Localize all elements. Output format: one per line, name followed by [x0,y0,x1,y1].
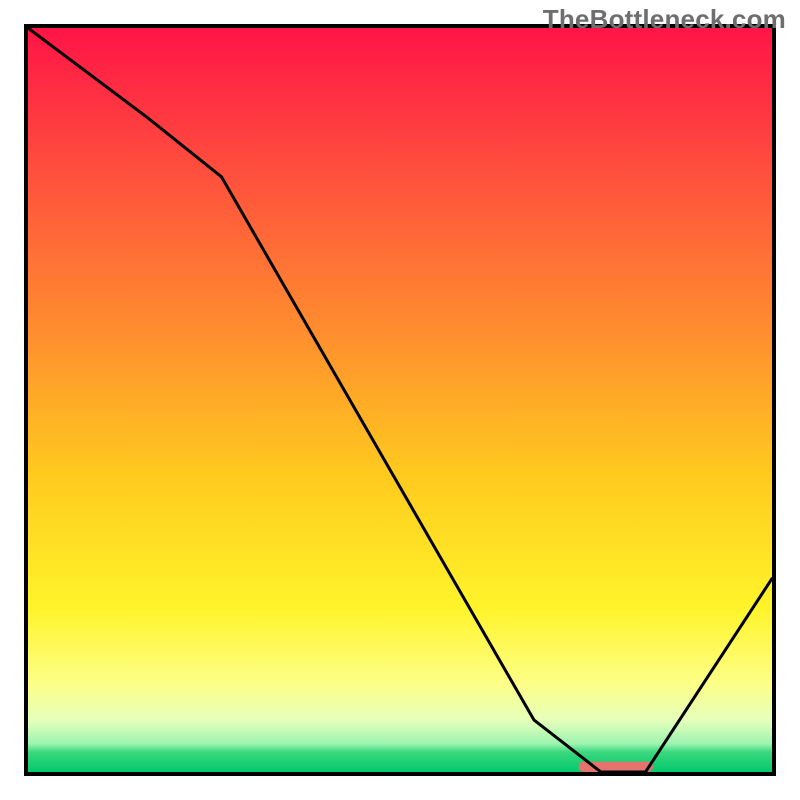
plot-frame [24,24,776,776]
chart-container: TheBottleneck.com [0,0,800,800]
watermark-text: TheBottleneck.com [543,4,786,35]
background-gradient [28,28,772,772]
plot-svg [28,28,772,772]
